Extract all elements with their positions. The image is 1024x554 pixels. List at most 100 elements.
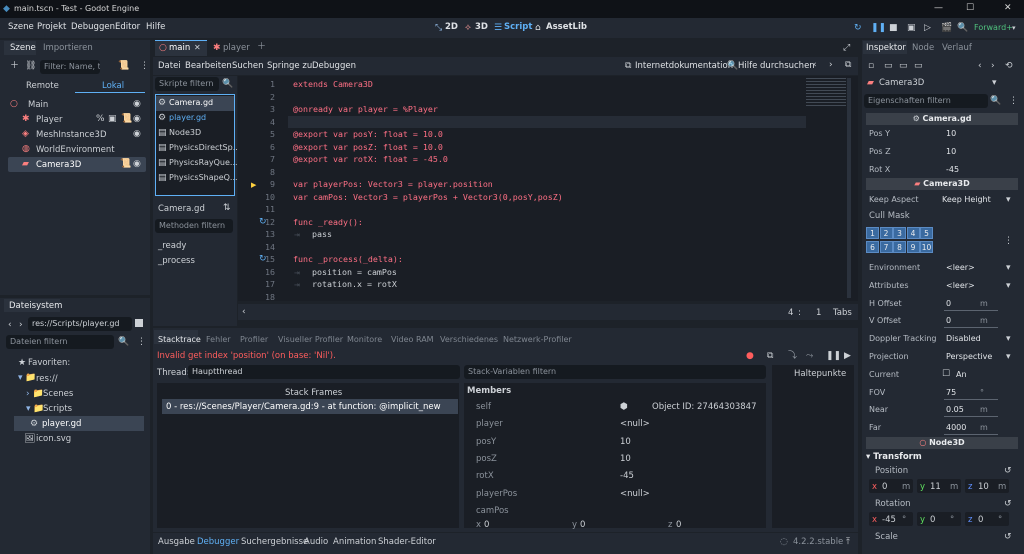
status-indent[interactable]: Tabs bbox=[833, 308, 852, 318]
menu-project[interactable]: Projekt bbox=[37, 22, 66, 32]
search-icon[interactable]: 🔍 bbox=[222, 79, 233, 89]
slider-track[interactable] bbox=[944, 416, 998, 418]
inspector-prop[interactable]: V Offset 0 m bbox=[866, 313, 1018, 330]
prev-icon[interactable]: ‹ bbox=[978, 61, 982, 71]
step-into-icon[interactable]: ⤵ bbox=[788, 351, 797, 361]
inspector-prop[interactable]: H Offset 0 m bbox=[866, 296, 1018, 313]
code-line[interactable]: 1 extends Camera3D bbox=[245, 79, 805, 92]
history-icon[interactable]: ⟲ bbox=[1005, 61, 1013, 71]
variable-row[interactable]: playerPos <null> bbox=[466, 484, 762, 501]
layer-cell[interactable]: 10 bbox=[920, 240, 933, 253]
section-node3d[interactable]: ○ Node3D bbox=[866, 437, 1018, 449]
prop-value[interactable]: 0 bbox=[946, 316, 951, 325]
tree-node-worldenv[interactable]: ◍ WorldEnvironment bbox=[8, 142, 146, 157]
slider-track[interactable] bbox=[944, 434, 998, 436]
folder-icon[interactable]: ▾ 📁 bbox=[18, 373, 37, 383]
inspector-prop[interactable]: Current An ☐ bbox=[866, 367, 1018, 384]
checkbox-icon[interactable]: ☐ bbox=[942, 369, 950, 379]
code-line[interactable]: 10 var camPos: Vector3 = playerPos + Vect… bbox=[245, 192, 805, 205]
chevron-down-icon[interactable]: ▾ bbox=[1012, 23, 1016, 33]
load-resource-icon[interactable]: ▭ bbox=[884, 61, 893, 71]
tab-search-results[interactable]: Suchergebnisse bbox=[241, 537, 308, 547]
next-icon[interactable]: › bbox=[829, 60, 833, 70]
vector-field[interactable]: z 10 m bbox=[965, 479, 1009, 493]
pin-icon[interactable]: ⤒ bbox=[846, 537, 850, 547]
tab-animation[interactable]: Animation bbox=[333, 537, 376, 547]
reset-icon[interactable]: ↺ bbox=[1004, 499, 1012, 509]
file-icon-svg[interactable]: icon.svg bbox=[36, 434, 71, 444]
inspector-prop[interactable]: Far 4000 m bbox=[866, 420, 1018, 437]
back-icon[interactable]: ‹ bbox=[8, 320, 12, 330]
prev-icon[interactable]: ‹ bbox=[813, 60, 817, 70]
inspector-prop[interactable]: Attributes <leer> ▾ bbox=[866, 278, 1018, 295]
play-custom-icon[interactable]: ▷ bbox=[924, 23, 931, 33]
layer-cell[interactable]: 9 bbox=[906, 240, 920, 253]
link-icon[interactable]: ⛓ bbox=[25, 61, 36, 71]
section-script[interactable]: ⚙ Camera.gd bbox=[866, 113, 1018, 125]
tab-monitors[interactable]: Monitore bbox=[347, 335, 382, 344]
attach-script-icon[interactable]: 📜 bbox=[118, 61, 129, 71]
vector-field[interactable]: y 11 m bbox=[917, 479, 961, 493]
section-camera3d[interactable]: ▰ Camera3D bbox=[866, 178, 1018, 190]
script-item-doc[interactable]: ▤ PhysicsShapeQ... bbox=[156, 171, 238, 186]
remote-toggle[interactable]: Remote bbox=[26, 81, 59, 91]
inspected-object[interactable]: Camera3D bbox=[879, 78, 924, 88]
folder-res[interactable]: res:// bbox=[36, 374, 58, 384]
tree-node-camera[interactable]: ▰ Camera3D 📜 ◉ bbox=[8, 157, 146, 172]
tab-misc[interactable]: Verschiedenes bbox=[440, 335, 498, 344]
next-icon[interactable]: › bbox=[991, 61, 995, 71]
tab-shader-editor[interactable]: Shader-Editor bbox=[378, 537, 436, 547]
code-line[interactable]: 15 func _process(_delta): ↻ bbox=[245, 254, 805, 267]
stop-icon[interactable]: ■ bbox=[889, 23, 898, 33]
layer-cell[interactable]: 8 bbox=[893, 240, 906, 253]
layer-cell[interactable]: 6 bbox=[866, 240, 879, 253]
step-over-icon[interactable]: ⤳ bbox=[806, 351, 813, 361]
script-menu-debug[interactable]: Debuggen bbox=[312, 61, 356, 71]
folder-scripts[interactable]: Scripts bbox=[43, 404, 72, 414]
movie-icon[interactable]: 🎬 bbox=[941, 23, 952, 33]
distraction-free-icon[interactable]: ⤢ bbox=[843, 43, 850, 53]
chevron-down-icon[interactable]: ▾ bbox=[992, 78, 997, 88]
chevron-down-icon[interactable]: ▾ bbox=[1006, 281, 1011, 291]
menu-dots-icon[interactable]: ⋮ bbox=[140, 61, 149, 71]
menu-dots-icon[interactable]: ⋮ bbox=[1004, 236, 1013, 246]
dock-icon[interactable]: ⧉ bbox=[845, 60, 851, 70]
chevron-down-icon[interactable]: ▾ bbox=[1006, 195, 1011, 205]
online-docs-button[interactable]: Internetdokumentation bbox=[635, 61, 733, 71]
variable-row[interactable]: self Object ID: 27464303847 bbox=[466, 397, 762, 414]
stack-var-filter[interactable]: Stack-Variablen filtern bbox=[464, 365, 766, 379]
tree-node-main[interactable]: ○ Main ◉ bbox=[8, 97, 146, 112]
layer-cell[interactable]: 4 bbox=[906, 227, 920, 239]
code-line[interactable]: 5 @export var posY: float = 10.0 bbox=[245, 129, 805, 142]
tree-node-meshinstance[interactable]: ◈ MeshInstance3D ◉ bbox=[8, 127, 146, 142]
menu-editor[interactable]: Editor bbox=[115, 22, 140, 32]
inspector-prop[interactable]: FOV 75 ° bbox=[866, 385, 1018, 402]
prop-value[interactable]: Perspective bbox=[946, 352, 992, 361]
save-resource-icon[interactable]: ▭ bbox=[899, 61, 908, 71]
tab-player-label[interactable]: player bbox=[223, 43, 250, 53]
script-item-doc[interactable]: ▤ PhysicsDirectSp... bbox=[156, 141, 240, 156]
folder-icon[interactable]: › 📁 bbox=[26, 389, 44, 399]
tab-output[interactable]: Ausgabe bbox=[158, 537, 195, 547]
script-icon[interactable]: % bbox=[96, 114, 105, 124]
chevron-down-icon[interactable]: ▾ bbox=[1006, 352, 1011, 362]
inspector-prop[interactable]: Environment <leer> ▾ bbox=[866, 260, 1018, 277]
script-menu-file[interactable]: Datei bbox=[158, 61, 181, 71]
maximize-icon[interactable]: ☐ bbox=[966, 3, 974, 13]
search-icon[interactable]: 🔍 bbox=[118, 337, 129, 347]
prop-value[interactable]: Disabled bbox=[946, 334, 981, 343]
code-line[interactable]: 17 rotation.x = rotX ⇥ bbox=[245, 279, 805, 292]
tab-audio[interactable]: Audio bbox=[304, 537, 328, 547]
prop-value[interactable]: 75 bbox=[946, 388, 956, 397]
code-line[interactable]: 18 bbox=[245, 292, 805, 305]
menu-dots-icon[interactable]: ⋮ bbox=[1009, 96, 1018, 106]
prop-value[interactable]: -45 bbox=[946, 165, 959, 174]
tree-node-player[interactable]: ✱ Player % ▣ 📜 ◉ bbox=[8, 112, 146, 127]
slider-track[interactable] bbox=[944, 309, 998, 311]
layer-cell[interactable]: 3 bbox=[893, 227, 906, 239]
menu-scene[interactable]: Szene bbox=[8, 22, 34, 32]
local-toggle[interactable]: Lokal bbox=[102, 81, 124, 91]
code-line[interactable]: 6 @export var posZ: float = 10.0 bbox=[245, 142, 805, 155]
inspector-prop[interactable]: Projection Perspective ▾ bbox=[866, 349, 1018, 366]
code-line[interactable]: 4 bbox=[245, 117, 805, 130]
